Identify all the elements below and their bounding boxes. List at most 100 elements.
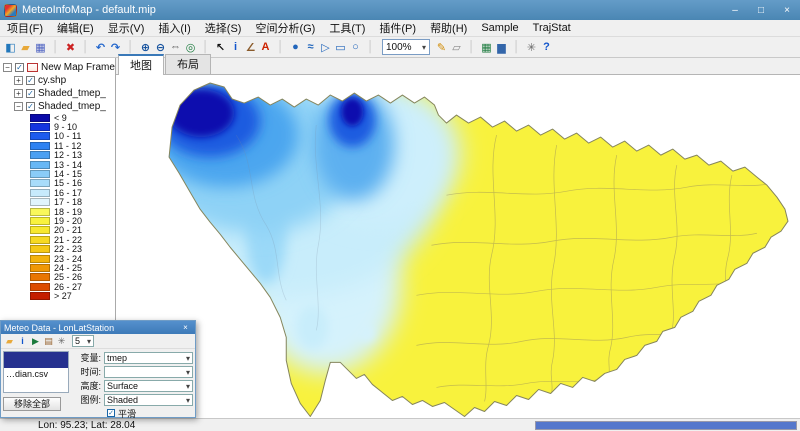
legend-item[interactable]: 25 - 26 [0,273,115,282]
legend-item[interactable]: 18 - 19 [0,207,115,216]
menu-item[interactable]: 编辑(E) [50,19,101,37]
dialog-title-bar[interactable]: Meteo Data - LonLatStation × [1,321,195,334]
legend-item[interactable]: 12 - 13 [0,151,115,160]
expand-toggle[interactable]: − [3,63,12,72]
eraser-icon[interactable]: ▱ [449,38,464,56]
legend-item[interactable]: 20 - 21 [0,226,115,235]
layer-checkbox[interactable]: ✓ [26,76,35,85]
legend-swatch [30,132,50,140]
draw-data-icon[interactable]: ▶ [29,335,42,348]
menu-item[interactable]: 空间分析(G) [248,19,322,37]
zoom-level-combo[interactable]: 100% [382,39,430,55]
draw-point-icon[interactable]: ● [288,38,303,56]
legend-item[interactable]: > 27 [0,291,115,300]
settings-icon[interactable]: ✳ [55,335,68,348]
chart-icon[interactable]: ▆ [494,38,509,56]
separator: │ [273,38,288,56]
chevron-down-icon [186,367,190,377]
expand-toggle[interactable]: − [14,102,23,111]
attribute-table-icon[interactable]: ▦ [479,38,494,56]
menu-item[interactable]: 项目(F) [0,19,50,37]
selected-data-row[interactable] [4,352,68,368]
dialog-close-button[interactable]: × [179,323,192,332]
legend-item[interactable]: 16 - 17 [0,188,115,197]
settings-icon[interactable]: ✳ [524,38,539,56]
smooth-checkbox[interactable]: ✓ [107,409,115,417]
layers-icon[interactable]: ▤ [42,335,55,348]
field-select[interactable] [104,366,193,378]
map-canvas[interactable] [116,75,800,419]
add-layer-icon[interactable]: ◧ [3,38,18,56]
tab-layout[interactable]: 布局 [165,54,211,74]
zoom-level-value: 100% [386,42,422,53]
legend-item[interactable]: 11 - 12 [0,141,115,150]
undo-icon[interactable]: ↶ [93,38,108,56]
legend-item[interactable]: 9 - 10 [0,122,115,131]
draw-polyline-icon[interactable]: ≈ [303,38,318,56]
legend-item[interactable]: 24 - 25 [0,263,115,272]
map-frame-row[interactable]: − ✓ New Map Frame [0,61,115,74]
frame-checkbox[interactable]: ✓ [15,63,24,72]
legend-item[interactable]: 22 - 23 [0,244,115,253]
layer-row[interactable]: + ✓ cy.shp [0,74,115,87]
menu-item[interactable]: TrajStat [526,21,578,35]
legend-item[interactable]: 17 - 18 [0,198,115,207]
data-file-list[interactable]: …dian.csv [3,351,69,393]
menu-item[interactable]: 显示(V) [101,19,152,37]
layer-row[interactable]: + ✓ Shaded_tmep_ [0,87,115,100]
menu-item[interactable]: Sample [474,21,525,35]
legend-item[interactable]: 13 - 14 [0,160,115,169]
identify-icon[interactable]: i [228,38,243,56]
measure-icon[interactable]: ∠ [243,38,258,56]
draw-rectangle-icon[interactable]: ▭ [333,38,348,56]
legend-item[interactable]: 19 - 20 [0,216,115,225]
info-icon[interactable]: i [16,335,29,348]
legend-swatch [30,255,50,263]
tab-map[interactable]: 地图 [118,54,164,75]
expand-toggle[interactable]: + [14,89,23,98]
help-icon[interactable]: ? [539,38,554,56]
form-field-row: 高度: Surface [73,379,193,392]
open-file-icon[interactable]: ▰ [18,38,33,56]
field-select[interactable]: Surface [104,380,193,392]
draw-polygon-icon[interactable]: ▷ [318,38,333,56]
legend-item[interactable]: < 9 [0,113,115,122]
field-select[interactable]: tmep [104,352,193,364]
save-icon[interactable]: ▦ [33,38,48,56]
legend-swatch [30,226,50,234]
layer-checkbox[interactable]: ✓ [26,89,35,98]
title-bar: MeteoInfoMap - default.mip – □ × [0,0,800,20]
separator: │ [464,38,479,56]
menu-item[interactable]: 插件(P) [372,19,423,37]
data-file-item[interactable]: …dian.csv [4,368,68,380]
legend-swatch [30,264,50,272]
expand-toggle[interactable]: + [14,76,23,85]
field-select[interactable]: Shaded [104,394,193,406]
remove-layer-icon[interactable]: ✖ [63,38,78,56]
select-icon[interactable]: ↖ [213,38,228,56]
legend-item[interactable]: 14 - 15 [0,169,115,178]
menu-item[interactable]: 插入(I) [151,19,197,37]
layer-checkbox[interactable]: ✓ [26,102,35,111]
remove-all-button[interactable]: 移除全部 [3,397,61,411]
legend-item[interactable]: 23 - 24 [0,254,115,263]
menu-item[interactable]: 选择(S) [198,19,249,37]
edit-pencil-icon[interactable]: ✎ [434,38,449,56]
legend-item[interactable]: 10 - 11 [0,132,115,141]
minimize-button[interactable]: – [722,0,748,20]
menu-item[interactable]: 帮助(H) [423,19,474,37]
draw-circle-icon[interactable]: ○ [348,38,363,56]
layer-row[interactable]: − ✓ Shaded_tmep_ [0,100,115,113]
label-icon[interactable]: A [258,38,273,56]
open-data-icon[interactable]: ▰ [3,335,16,348]
smooth-label: 平滑 [118,407,136,420]
legend-item[interactable]: 21 - 22 [0,235,115,244]
legend-item[interactable]: 26 - 27 [0,282,115,291]
map-frame-icon [27,63,38,72]
close-button[interactable]: × [774,0,800,20]
maximize-button[interactable]: □ [748,0,774,20]
smooth-factor-spinner[interactable]: 5 [72,335,94,347]
legend-item[interactable]: 15 - 16 [0,179,115,188]
legend-swatch [30,236,50,244]
menu-item[interactable]: 工具(T) [322,19,372,37]
